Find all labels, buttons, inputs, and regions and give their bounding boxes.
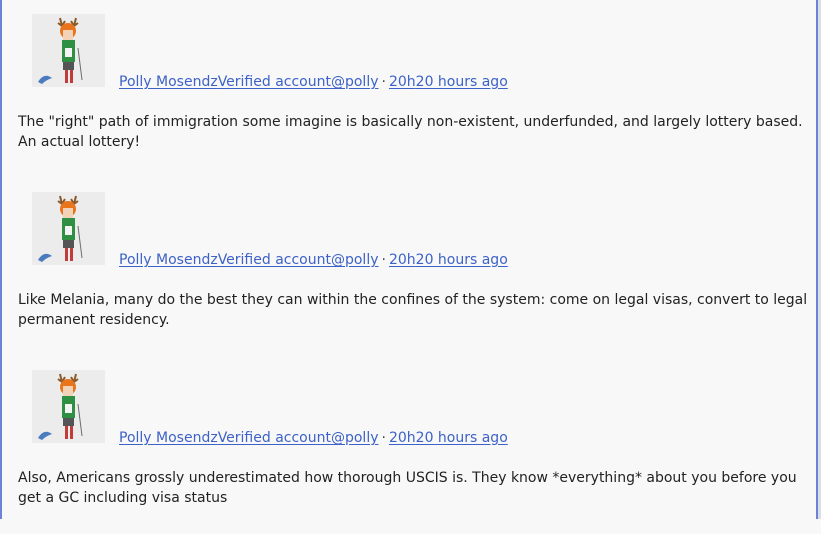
author-link[interactable]: Polly MosendzVerified account@polly (119, 252, 379, 268)
avatar-illustration-icon (32, 14, 105, 87)
tweet-meta: Polly MosendzVerified account@polly · 20h2… (119, 250, 508, 270)
author-link[interactable]: Polly MosendzVerified account@polly (119, 74, 379, 90)
time-long: 20 hours ago (415, 430, 508, 446)
verified-label: Verified account (217, 74, 331, 90)
verified-label: Verified account (217, 430, 331, 446)
tweet-text: Also, Americans grossly underestimated h… (18, 470, 797, 506)
author-handle: @polly (330, 252, 379, 268)
timestamp-link[interactable]: 20h20 hours ago (389, 252, 508, 268)
tweet-text: The "right" path of immigration some ima… (18, 114, 803, 150)
meta-separator: · (381, 430, 386, 446)
meta-separator: · (381, 252, 386, 268)
author-name: Polly Mosendz (119, 252, 218, 268)
author-name: Polly Mosendz (119, 430, 218, 446)
tweet-item: Polly MosendzVerified account@polly · 20h2… (0, 0, 816, 178)
meta-separator: · (381, 74, 386, 90)
time-short: 20h (388, 74, 416, 90)
avatar[interactable] (32, 192, 105, 265)
tweet-meta: Polly MosendzVerified account@polly · 20h2… (119, 428, 508, 448)
author-handle: @polly (330, 430, 379, 446)
verified-label: Verified account (217, 252, 331, 268)
author-name: Polly Mosendz (119, 74, 218, 90)
avatar-illustration-icon (32, 192, 105, 265)
timestamp-link[interactable]: 20h20 hours ago (389, 430, 508, 446)
tweet-text: Like Melania, many do the best they can … (18, 292, 808, 328)
time-short: 20h (388, 252, 416, 268)
avatar[interactable] (32, 14, 105, 87)
author-link[interactable]: Polly MosendzVerified account@polly (119, 430, 379, 446)
time-long: 20 hours ago (415, 252, 508, 268)
timestamp-link[interactable]: 20h20 hours ago (389, 74, 508, 90)
avatar[interactable] (32, 370, 105, 443)
tweet-meta: Polly MosendzVerified account@polly · 20h2… (119, 72, 508, 92)
avatar-illustration-icon (32, 370, 105, 443)
time-long: 20 hours ago (415, 74, 508, 90)
tweet-item: Polly MosendzVerified account@polly · 20h2… (0, 356, 816, 534)
author-handle: @polly (330, 74, 379, 90)
time-short: 20h (388, 430, 416, 446)
tweet-item: Polly MosendzVerified account@polly · 20h2… (0, 178, 816, 356)
